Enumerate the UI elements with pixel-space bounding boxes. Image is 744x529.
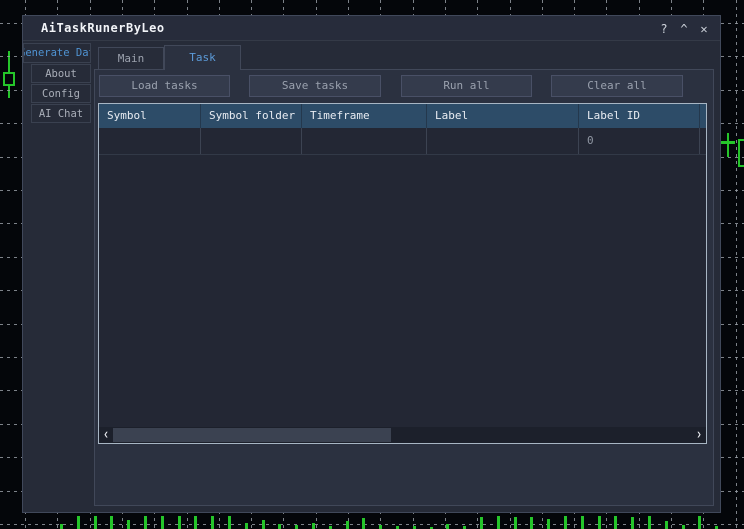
- volume-bar: [194, 516, 197, 529]
- table-row[interactable]: 0: [99, 128, 706, 155]
- run-all-button[interactable]: Run all: [401, 75, 532, 97]
- volume-bar: [497, 516, 500, 529]
- scrollbar-thumb[interactable]: [113, 428, 391, 442]
- volume-bar: [211, 516, 214, 529]
- volume-bar: [295, 525, 298, 529]
- grid-vline: [736, 0, 737, 529]
- close-icon[interactable]: ✕: [694, 22, 714, 36]
- volume-bar: [379, 525, 382, 529]
- volume-bar: [144, 516, 147, 529]
- volume-bar: [245, 523, 248, 529]
- column-header-timeframe[interactable]: Timeframe: [302, 104, 427, 128]
- volume-bar: [60, 524, 63, 529]
- tab-main[interactable]: Main: [98, 47, 164, 69]
- volume-bar: [698, 516, 701, 529]
- load-tasks-button[interactable]: Load tasks: [99, 75, 230, 97]
- title-bar[interactable]: AiTaskRunerByLeo ? ^ ✕: [23, 16, 720, 41]
- right-doji-horizontal-icon: [721, 141, 735, 144]
- right-doji-vertical-icon: [727, 133, 729, 157]
- volume-bar: [665, 521, 668, 529]
- volume-bar: [581, 516, 584, 529]
- clear-all-button[interactable]: Clear all: [551, 75, 683, 97]
- window-title: AiTaskRunerByLeo: [41, 16, 165, 41]
- cell-label[interactable]: [427, 128, 579, 154]
- cell-label-id[interactable]: 0: [579, 128, 700, 154]
- sidebar-item-generate-data[interactable]: Generate Data: [23, 43, 91, 63]
- sidebar-item-about[interactable]: About: [31, 64, 91, 83]
- volume-bar: [127, 520, 130, 529]
- task-table: Symbol Symbol folder Timeframe Label Lab…: [98, 103, 707, 444]
- volume-bar: [564, 516, 567, 529]
- volume-bar: [446, 524, 449, 529]
- volume-bar: [362, 518, 365, 529]
- volume-bar: [480, 517, 483, 529]
- column-header-label-id[interactable]: Label ID: [579, 104, 700, 128]
- cell-symbol-folder[interactable]: [201, 128, 302, 154]
- column-header-label[interactable]: Label: [427, 104, 579, 128]
- volume-bar: [346, 521, 349, 529]
- tab-task[interactable]: Task: [164, 45, 241, 70]
- left-candle-body-icon: [3, 72, 15, 86]
- save-tasks-button[interactable]: Save tasks: [249, 75, 381, 97]
- window-controls: ? ^ ✕: [654, 16, 714, 41]
- sidebar-item-config[interactable]: Config: [31, 84, 91, 103]
- column-header-symbol[interactable]: Symbol: [99, 104, 201, 128]
- volume-bar: [94, 516, 97, 529]
- cell-symbol[interactable]: [99, 128, 201, 154]
- volume-bar: [530, 517, 533, 529]
- app-window: AiTaskRunerByLeo ? ^ ✕ Generate Data Abo…: [22, 15, 721, 513]
- volume-bar: [278, 524, 281, 529]
- volume-bar: [547, 519, 550, 529]
- column-header-symbol-folder[interactable]: Symbol folder: [201, 104, 302, 128]
- column-header-sliver: [700, 104, 706, 128]
- volume-bar: [614, 516, 617, 529]
- volume-bar: [178, 516, 181, 529]
- volume-bar: [110, 516, 113, 529]
- volume-bar: [312, 523, 315, 529]
- volume-bar: [631, 517, 634, 529]
- volume-bar: [682, 525, 685, 529]
- scroll-left-icon[interactable]: ❮: [99, 427, 113, 443]
- volume-bar: [598, 516, 601, 529]
- collapse-icon[interactable]: ^: [674, 22, 694, 36]
- volume-bar: [514, 517, 517, 529]
- volume-bar: [262, 520, 265, 529]
- cell-sliver: [700, 128, 706, 154]
- screen: AiTaskRunerByLeo ? ^ ✕ Generate Data Abo…: [0, 0, 744, 529]
- volume-bar: [228, 516, 231, 529]
- right-edge-candle-icon: [738, 139, 744, 167]
- volume-bar: [77, 516, 80, 529]
- sidebar-item-ai-chat[interactable]: AI Chat: [31, 104, 91, 123]
- horizontal-scrollbar[interactable]: ❮ ❯: [99, 427, 706, 443]
- help-icon[interactable]: ?: [654, 22, 674, 36]
- scroll-right-icon[interactable]: ❯: [692, 427, 706, 443]
- cell-timeframe[interactable]: [302, 128, 427, 154]
- table-header: Symbol Symbol folder Timeframe Label Lab…: [99, 104, 706, 128]
- volume-bar: [161, 516, 164, 529]
- volume-bar: [648, 516, 651, 529]
